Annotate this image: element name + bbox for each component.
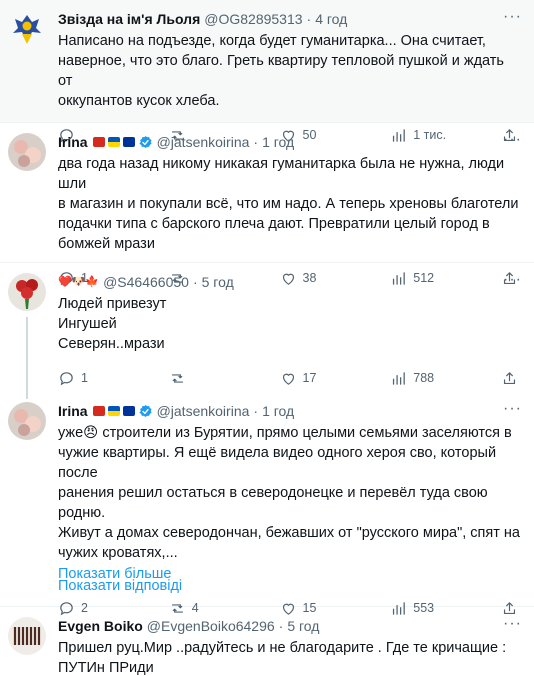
separator-dot: ·: [278, 618, 284, 634]
eu-flag-icon: [122, 137, 135, 147]
name-badges: [92, 135, 153, 150]
reply-icon: [60, 371, 73, 385]
name-badges: [92, 404, 153, 419]
tweet[interactable]: ❤️🐶🍁 @S46466050 · 5 год ··· Людей привез…: [0, 263, 534, 399]
heart-icon: [282, 373, 294, 385]
verified-badge-icon: [139, 404, 152, 417]
author-name[interactable]: Irina: [58, 133, 88, 151]
ukraine-flag-icon: [107, 406, 120, 416]
swiss-flag-icon: [92, 137, 105, 147]
reply-count: 1: [81, 371, 88, 385]
more-icon[interactable]: ···: [503, 9, 522, 25]
ukraine-flag-icon: [107, 137, 120, 147]
author-name[interactable]: Звізда на ім'я Льоля: [58, 10, 200, 28]
separator-dot: ·: [192, 274, 198, 290]
share-icon: [503, 371, 516, 384]
tweet-text: уже😠 строители из Бурятии, прямо целыми …: [58, 425, 520, 561]
tweet[interactable]: Irina @jatsenkoirina · 1 год ··· уже😠 ст…: [0, 396, 534, 615]
reply-button[interactable]: 1: [58, 370, 114, 387]
tweet[interactable]: Irina @jatsenkoirina · 1 год ··· два год…: [0, 123, 534, 285]
retweet-button[interactable]: [169, 370, 225, 387]
more-icon[interactable]: ···: [503, 272, 522, 288]
more-icon[interactable]: ···: [503, 616, 522, 632]
post-time[interactable]: 4 год: [315, 10, 347, 28]
more-icon[interactable]: ···: [503, 132, 522, 148]
author-handle[interactable]: @OG82895313: [204, 10, 302, 28]
show-more-link[interactable]: Показати більше: [58, 565, 522, 584]
avatar[interactable]: [8, 133, 46, 171]
author-handle[interactable]: @EvgenBoiko64296: [147, 617, 275, 635]
views-button[interactable]: 788: [390, 370, 446, 387]
separator-dot: ·: [306, 11, 312, 27]
author-name[interactable]: Evgen Boiko: [58, 617, 143, 635]
separator-dot: ·: [253, 134, 259, 150]
tweet-text: два года назад никому никакая гуманитарк…: [58, 156, 519, 252]
avatar[interactable]: [8, 10, 46, 48]
thread-line: [26, 317, 28, 399]
action-bar: 1 17 788: [58, 358, 522, 398]
post-time[interactable]: 1 год: [262, 402, 294, 420]
more-icon[interactable]: ···: [503, 401, 522, 417]
name-emojis[interactable]: ❤️🐶🍁: [58, 275, 99, 289]
eu-flag-icon: [122, 406, 135, 416]
tweet-text: Пришел руц.Мир ..радуйтесь и не благодар…: [58, 640, 507, 676]
retweet-icon: [171, 373, 183, 383]
views-icon: [393, 371, 406, 385]
verified-badge-icon: [139, 135, 152, 148]
tweet[interactable]: Evgen Boiko @EvgenBoiko64296 · 5 год ···…: [0, 607, 534, 676]
author-handle[interactable]: @jatsenkoirina: [157, 133, 250, 151]
swiss-flag-icon: [92, 406, 105, 416]
author-handle[interactable]: @S46466050: [103, 273, 189, 291]
tweet-text: Людей привезут Ингушей Северян..мрази: [58, 296, 167, 352]
share-button[interactable]: [501, 370, 518, 387]
tweet[interactable]: Звізда на ім'я Льоля @OG82895313 · 4 год…: [0, 0, 534, 142]
post-time[interactable]: 5 год: [202, 273, 234, 291]
like-button[interactable]: 17: [280, 370, 336, 387]
author-handle[interactable]: @jatsenkoirina: [157, 402, 250, 420]
post-time[interactable]: 1 год: [262, 133, 294, 151]
post-time[interactable]: 5 год: [287, 617, 319, 635]
avatar[interactable]: [8, 402, 46, 440]
avatar[interactable]: [8, 273, 46, 311]
tweet-text: Написано на подъезде, когда будет гумани…: [58, 33, 504, 109]
replies-feed: Звізда на ім'я Льоля @OG82895313 · 4 год…: [0, 0, 534, 676]
views-count: 788: [413, 371, 435, 385]
avatar[interactable]: [8, 617, 46, 655]
author-name[interactable]: Irina: [58, 402, 88, 420]
separator-dot: ·: [253, 403, 259, 419]
like-count: 17: [302, 371, 317, 385]
